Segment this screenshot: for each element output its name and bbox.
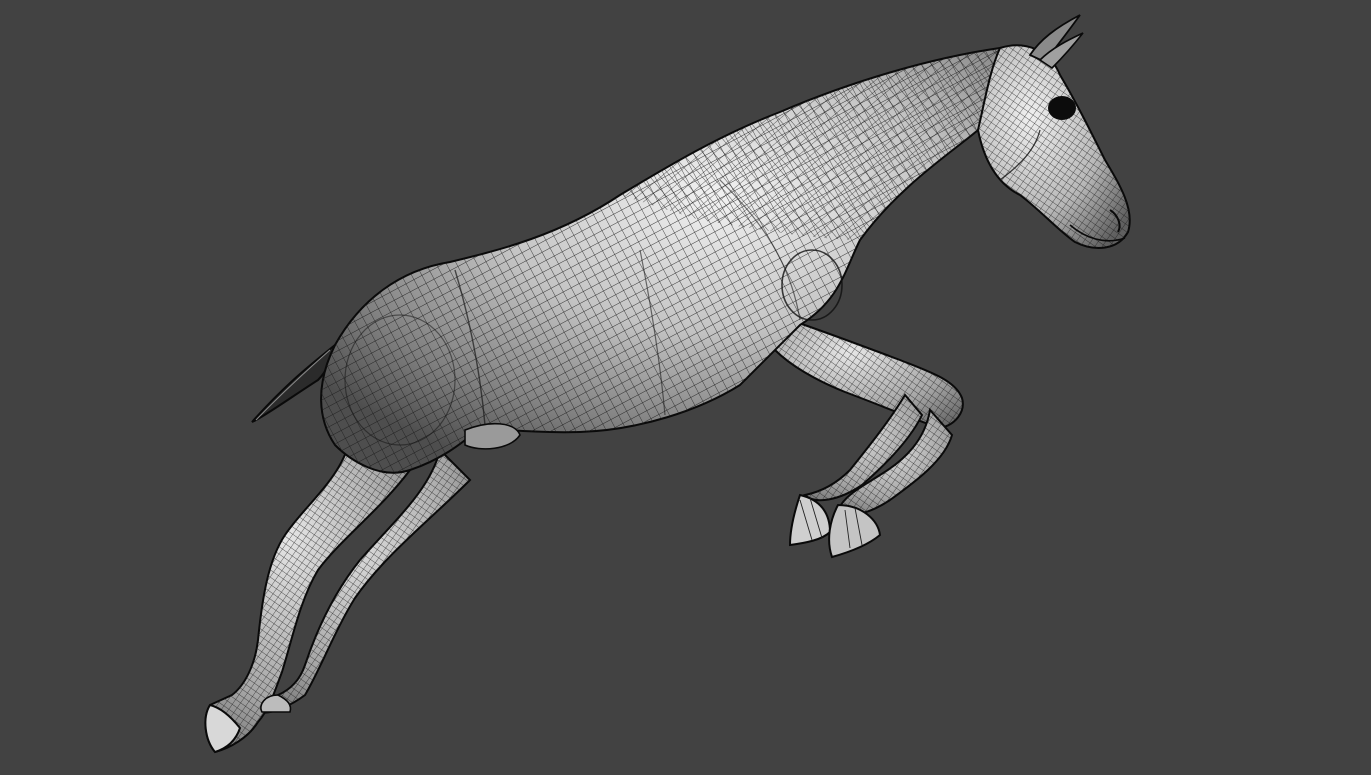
horse-head bbox=[976, 14, 1131, 249]
eye-shape bbox=[1048, 96, 1076, 120]
3d-viewport[interactable] bbox=[0, 0, 1371, 775]
horse-front-legs bbox=[773, 318, 964, 559]
horse-wireframe-model[interactable] bbox=[0, 0, 1371, 775]
horse-hind-legs bbox=[204, 438, 472, 754]
